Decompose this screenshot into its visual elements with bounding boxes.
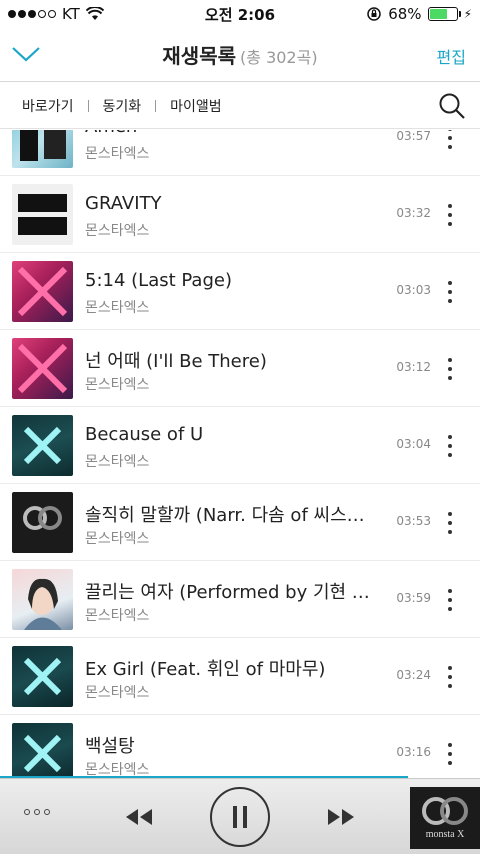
song-artist: 몬스타엑스	[85, 146, 150, 162]
song-artist: 몬스타엑스	[85, 454, 150, 470]
nav-sync[interactable]: 동기화	[103, 96, 142, 116]
pause-button[interactable]	[210, 787, 270, 847]
song-row[interactable]: 백설탕몬스타엑스 03:16	[0, 715, 480, 776]
song-artist: 몬스타엑스	[85, 223, 150, 239]
title-text: 재생목록	[162, 44, 237, 68]
charging-icon: ⚡	[463, 7, 472, 21]
more-vertical-icon[interactable]	[440, 279, 460, 305]
song-title: 5:14 (Last Page)	[85, 270, 232, 291]
signal-strength-icon	[8, 10, 56, 18]
carrier-name: KT	[62, 5, 80, 23]
more-vertical-icon[interactable]	[440, 130, 460, 151]
song-duration: 03:03	[396, 283, 431, 297]
song-row[interactable]: Because of U 몬스타엑스 03:04	[0, 407, 480, 484]
song-title: GRAVITY	[85, 193, 162, 214]
song-row[interactable]: 넌 어때 (I'll Be There) 몬스타엑스 03:12	[0, 330, 480, 407]
song-artist: 몬스타엑스	[85, 531, 150, 547]
more-vertical-icon[interactable]	[440, 510, 460, 536]
rewind-icon[interactable]	[122, 805, 156, 829]
song-duration: 03:53	[396, 514, 431, 528]
song-count: (총 302곡)	[240, 48, 318, 67]
song-title: 넌 어때 (I'll Be There)	[85, 351, 267, 372]
mini-player: monsta X	[0, 778, 480, 854]
battery-icon	[427, 7, 461, 21]
song-title: Amen	[85, 130, 377, 137]
battery-percent: 68%	[388, 5, 422, 23]
collapse-button[interactable]	[10, 40, 42, 68]
album-art	[12, 646, 73, 707]
song-duration: 03:59	[396, 591, 431, 605]
song-row[interactable]: 5:14 (Last Page) 몬스타엑스 03:03	[0, 253, 480, 330]
more-vertical-icon[interactable]	[440, 202, 460, 228]
song-artist: 몬스타엑스	[85, 608, 150, 624]
song-row[interactable]: Amen 몬스타엑스 03:57	[0, 130, 480, 176]
pause-icon	[233, 806, 237, 828]
now-playing-album-art[interactable]: monsta X	[410, 787, 480, 849]
divider	[155, 99, 157, 112]
header: 재생목록 (총 302곡) 편집	[0, 28, 480, 82]
more-vertical-icon[interactable]	[440, 433, 460, 459]
fast-forward-icon[interactable]	[324, 805, 358, 829]
more-horizontal-icon[interactable]	[24, 809, 50, 815]
song-title: 끌리는 여자 (Performed by 기현 &...	[85, 582, 377, 603]
svg-text:monsta X: monsta X	[426, 829, 465, 840]
song-duration: 03:16	[396, 745, 431, 759]
song-row[interactable]: 솔직히 말할까 (Narr. 다솜 of 씨스타... 몬스타엑스 03:53	[0, 484, 480, 561]
song-duration: 03:57	[396, 130, 431, 143]
song-row[interactable]: Ex Girl (Feat. 휘인 of 마마무) 몬스타엑스 03:24	[0, 638, 480, 715]
nav-my-album[interactable]: 마이앨범	[170, 96, 222, 116]
chevron-down-icon	[12, 47, 40, 62]
song-artist: 몬스타엑스	[85, 377, 150, 393]
page-title: 재생목록 (총 302곡)	[162, 40, 317, 69]
song-title: 백설탕	[85, 736, 135, 757]
more-vertical-icon[interactable]	[440, 741, 460, 767]
album-art	[12, 492, 73, 553]
album-art	[12, 723, 73, 776]
song-artist: 몬스타엑스	[85, 300, 150, 316]
sub-navigation: 바로가기 동기화 마이앨범	[0, 83, 480, 129]
album-art	[12, 415, 73, 476]
divider	[87, 99, 89, 112]
song-row[interactable]: GRAVITY 몬스타엑스 03:32	[0, 176, 480, 253]
search-icon[interactable]	[438, 92, 466, 120]
more-vertical-icon[interactable]	[440, 356, 460, 382]
song-artist: 몬스타엑스	[85, 685, 150, 701]
album-art	[12, 261, 73, 322]
song-duration: 03:32	[396, 206, 431, 220]
song-title: Ex Girl (Feat. 휘인 of 마마무)	[85, 659, 326, 680]
song-title: Because of U	[85, 424, 204, 445]
status-bar: KT 오전 2:06 68% ⚡	[0, 0, 480, 28]
rotation-lock-icon	[367, 7, 381, 21]
more-vertical-icon[interactable]	[440, 587, 460, 613]
album-art	[12, 184, 73, 245]
more-vertical-icon[interactable]	[440, 664, 460, 690]
album-art	[12, 130, 73, 168]
album-art	[12, 338, 73, 399]
edit-button[interactable]: 편집	[437, 44, 466, 68]
song-duration: 03:12	[396, 360, 431, 374]
wifi-icon	[85, 7, 104, 20]
song-duration: 03:24	[396, 668, 431, 682]
song-title: 솔직히 말할까 (Narr. 다솜 of 씨스타...	[85, 505, 377, 526]
song-artist: 몬스타엑스	[85, 762, 150, 776]
song-duration: 03:04	[396, 437, 431, 451]
nav-shortcut[interactable]: 바로가기	[22, 96, 74, 116]
song-row[interactable]: 끌리는 여자 (Performed by 기현 &... 몬스타엑스 03:59	[0, 561, 480, 638]
song-list: Amen 몬스타엑스 03:57 GRAVITY 몬스타엑스 03:32 5:14 (Las…	[0, 130, 480, 776]
album-art	[12, 569, 73, 630]
